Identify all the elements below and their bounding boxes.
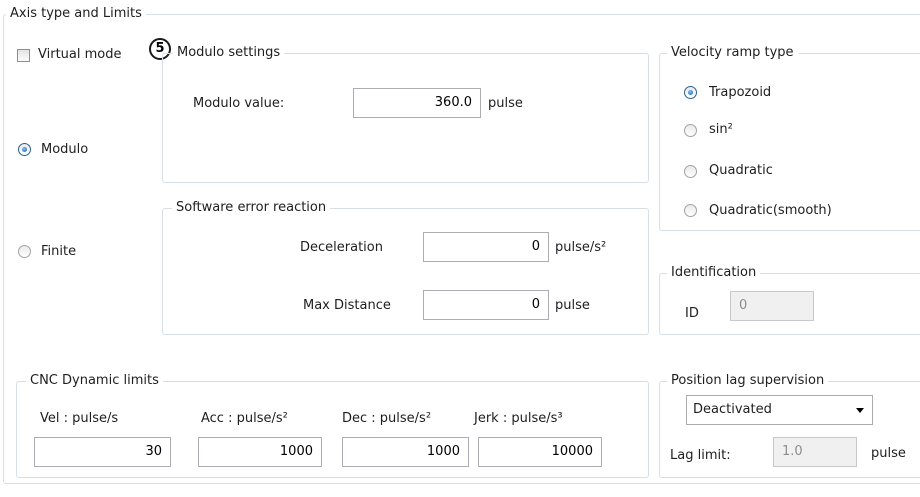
dec-input[interactable]: 1000 <box>342 437 469 467</box>
lag-limit-label: Lag limit: <box>670 448 731 463</box>
main-title: Axis type and Limits <box>6 5 146 23</box>
max-distance-unit: pulse <box>555 298 590 313</box>
ramp-sin2-radio[interactable] <box>684 124 697 137</box>
modulo-value-input[interactable]: 360.0 <box>353 88 481 118</box>
ramp-quadratic-smooth-label[interactable]: Quadratic(smooth) <box>709 202 832 220</box>
id-input[interactable]: 0 <box>730 291 814 321</box>
jerk-label: Jerk : pulse/s³ <box>474 411 563 426</box>
position-lag-title: Position lag supervision <box>667 372 829 390</box>
lag-limit-input[interactable]: 1.0 <box>773 437 857 467</box>
modulo-unit-label: pulse <box>488 96 523 111</box>
identification-group: Identification ID 0 <box>659 264 920 335</box>
ramp-sin2-label[interactable]: sin² <box>709 121 733 139</box>
modulo-settings-group: Modulo settings Modulo value: 360.0 puls… <box>162 44 649 183</box>
ramp-quadratic-label[interactable]: Quadratic <box>709 162 773 180</box>
vel-input[interactable]: 30 <box>34 437 171 467</box>
finite-label[interactable]: Finite <box>41 243 76 261</box>
max-distance-label: Max Distance <box>303 298 391 313</box>
software-error-group: Software error reaction Deceleration 0 p… <box>162 199 649 335</box>
ramp-quadratic-smooth-radio[interactable] <box>684 204 697 217</box>
ramp-trapozoid-label[interactable]: Trapozoid <box>709 84 771 102</box>
virtual-mode-checkbox[interactable] <box>17 49 30 62</box>
jerk-input[interactable]: 10000 <box>478 437 602 467</box>
id-label: ID <box>685 306 699 321</box>
vel-label: Vel : pulse/s <box>40 411 119 426</box>
lag-limit-unit: pulse <box>871 446 906 461</box>
dec-label: Dec : pulse/s² <box>342 411 432 426</box>
software-error-title: Software error reaction <box>172 199 331 217</box>
identification-title: Identification <box>667 264 761 282</box>
ramp-quadratic-radio[interactable] <box>684 165 697 178</box>
cnc-limits-group: CNC Dynamic limits Vel : pulse/s 30 Acc … <box>16 372 649 478</box>
cnc-limits-title: CNC Dynamic limits <box>26 372 163 390</box>
lag-mode-select[interactable]: Deactivated <box>686 395 873 425</box>
deceleration-unit: pulse/s² <box>555 240 607 255</box>
modulo-settings-title: Modulo settings <box>173 44 285 62</box>
finite-radio[interactable] <box>18 245 31 258</box>
lag-mode-selected: Deactivated <box>693 402 772 417</box>
acc-input[interactable]: 1000 <box>198 437 322 467</box>
velocity-ramp-group: Velocity ramp type Trapozoid sin² Quadra… <box>659 44 920 231</box>
acc-label: Acc : pulse/s² <box>201 411 288 426</box>
modulo-label[interactable]: Modulo <box>41 141 88 159</box>
modulo-radio[interactable] <box>18 143 31 156</box>
deceleration-input[interactable]: 0 <box>423 232 549 262</box>
ramp-trapozoid-radio[interactable] <box>684 86 697 99</box>
deceleration-label: Deceleration <box>300 240 383 255</box>
chevron-down-icon <box>856 408 864 413</box>
position-lag-group: Position lag supervision Deactivated Lag… <box>659 372 920 478</box>
virtual-mode-label[interactable]: Virtual mode <box>38 46 121 64</box>
velocity-ramp-title: Velocity ramp type <box>667 44 798 62</box>
modulo-value-label: Modulo value: <box>193 96 285 111</box>
max-distance-input[interactable]: 0 <box>423 290 549 320</box>
